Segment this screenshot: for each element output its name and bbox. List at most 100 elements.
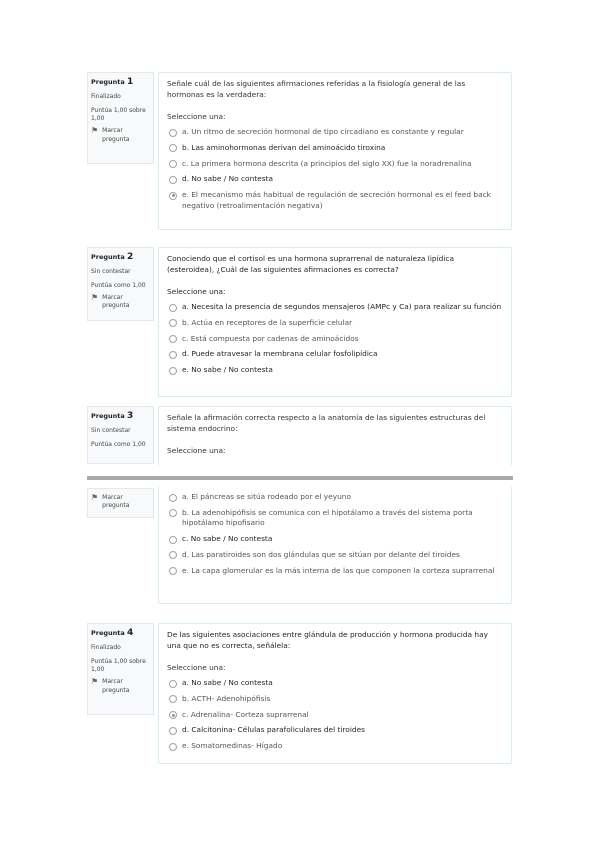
question-card-4: De las siguientes asociaciones entre glá… <box>158 623 512 764</box>
select-prompt: Seleccione una: <box>167 446 226 456</box>
flag-question-button[interactable]: ⚑ Marcar pregunta <box>91 493 150 510</box>
radio-button[interactable] <box>169 319 177 328</box>
radio-button-checked[interactable] <box>169 191 177 200</box>
flag-question-label: Marcar pregunta <box>102 678 130 694</box>
option-label: a. El páncreas se sitúa rodeado por el y… <box>182 492 351 501</box>
radio-button[interactable] <box>169 350 177 359</box>
answer-option-c[interactable]: c. Adrenalina- Corteza suprarrenal <box>169 710 503 721</box>
flag-icon: ⚑ <box>91 493 99 502</box>
flag-question-button[interactable]: ⚑ Marcar pregunta <box>91 127 150 143</box>
question-info-4: Pregunta 4 Finalizado Puntúa 1,00 sobre … <box>87 623 154 715</box>
question-number-value: 3 <box>127 411 134 421</box>
answer-option-e[interactable]: e. No sabe / No contesta <box>169 365 503 376</box>
flag-question-label: Marcar pregunta <box>102 494 130 510</box>
radio-button[interactable] <box>169 551 177 560</box>
radio-button-checked[interactable] <box>169 711 177 720</box>
option-label: a. Necesita la presencia de segundos men… <box>182 302 502 312</box>
radio-button[interactable] <box>169 695 177 704</box>
question-text: Conociendo que el cortisol es una hormon… <box>167 254 454 274</box>
flag-question-button[interactable]: ⚑ Marcar pregunta <box>91 678 150 694</box>
question-label: Pregunta <box>91 78 125 86</box>
answer-option-b[interactable]: b. ACTH- Adenohipófisis <box>169 694 503 705</box>
question-label: Pregunta <box>91 253 125 261</box>
question-grade: Puntúa como 1,00 <box>91 282 146 290</box>
question-state: Sin contestar <box>91 268 131 276</box>
question-number: Pregunta 3 <box>91 410 150 422</box>
question-info-3: Pregunta 3 Sin contestar Puntúa como 1,0… <box>87 406 154 464</box>
radio-button[interactable] <box>169 175 177 184</box>
question-label: Pregunta <box>91 412 125 420</box>
radio-button[interactable] <box>169 535 177 544</box>
flag-icon: ⚑ <box>91 126 99 136</box>
answer-option-a[interactable]: a. Necesita la presencia de segundos men… <box>169 302 503 313</box>
radio-button[interactable] <box>169 303 177 312</box>
question-grade: Puntúa 1,00 sobre 1,00 <box>91 658 146 674</box>
radio-button[interactable] <box>169 679 177 688</box>
radio-button[interactable] <box>169 567 177 576</box>
question-card-1: Señale cuál de las siguientes afirmacion… <box>158 72 512 230</box>
option-label: b. La adenohipófisis se comunica con el … <box>182 507 473 528</box>
answer-option-d[interactable]: d. Calcitonina- Células parafoliculares … <box>169 725 503 736</box>
radio-button[interactable] <box>169 366 177 375</box>
flag-question-button[interactable]: ⚑ Marcar pregunta <box>91 294 150 310</box>
question-number-value: 1 <box>127 77 134 87</box>
answer-option-b[interactable]: b. Actúa en receptores de la superficie … <box>169 318 503 329</box>
answer-option-d[interactable]: d. Puede atravesar la membrana celular f… <box>169 349 503 360</box>
answer-option-b[interactable]: b. Las aminohormonas derivan del aminoác… <box>169 143 503 154</box>
question-grade: Puntúa como 1,00 <box>91 441 146 449</box>
option-label: e. No sabe / No contesta <box>182 365 273 375</box>
option-label: b. ACTH- Adenohipófisis <box>182 693 271 703</box>
answer-option-c[interactable]: c. Está compuesta por cadenas de aminoác… <box>169 334 503 345</box>
question-info-3-continued: ⚑ Marcar pregunta <box>87 488 154 518</box>
question-state: Finalizado <box>91 93 121 101</box>
answer-option-a[interactable]: a. El páncreas se sitúa rodeado por el y… <box>169 492 503 503</box>
answer-option-e[interactable]: e. El mecanismo más habitual de regulaci… <box>169 190 503 211</box>
answer-option-c[interactable]: c. La primera hormona descrita (a princi… <box>169 159 503 170</box>
question-text: Señale cuál de las siguientes afirmacion… <box>167 79 466 99</box>
question-number: Pregunta 1 <box>91 76 150 88</box>
page-break-divider <box>87 476 513 480</box>
radio-button[interactable] <box>169 509 177 518</box>
option-label: d. Las paratiroides son dos glándulas qu… <box>182 549 460 559</box>
option-label: e. El mecanismo más habitual de regulaci… <box>182 190 491 210</box>
radio-button[interactable] <box>169 144 177 153</box>
question-number: Pregunta 4 <box>91 627 150 639</box>
question-number-value: 4 <box>127 628 134 638</box>
radio-button[interactable] <box>169 128 177 137</box>
question-card-2: Conociendo que el cortisol es una hormon… <box>158 247 512 397</box>
option-label: b. Las aminohormonas derivan del aminoác… <box>182 142 386 152</box>
option-label: b. Actúa en receptores de la superficie … <box>182 317 353 327</box>
question-text: De las siguientes asociaciones entre glá… <box>167 630 489 650</box>
radio-button[interactable] <box>169 160 177 169</box>
option-label: e. La capa glomerular es la más interna … <box>182 565 495 575</box>
option-label: c. La primera hormona descrita (a princi… <box>182 158 472 168</box>
question-grade: Puntúa 1,00 sobre 1,00 <box>91 107 146 123</box>
radio-button[interactable] <box>169 742 177 751</box>
answer-option-d[interactable]: d. Las paratiroides son dos glándulas qu… <box>169 550 503 561</box>
question-info-2: Pregunta 2 Sin contestar Puntúa como 1,0… <box>87 247 154 321</box>
flag-question-label: Marcar pregunta <box>102 127 130 143</box>
flag-icon: ⚑ <box>91 293 99 303</box>
answer-option-a[interactable]: a. No sabe / No contesta <box>169 678 503 689</box>
answer-option-d[interactable]: d. No sabe / No contesta <box>169 174 503 185</box>
radio-button[interactable] <box>169 493 177 502</box>
radio-button[interactable] <box>169 335 177 344</box>
radio-button[interactable] <box>169 726 177 735</box>
option-label: c. No sabe / No contesta <box>182 534 273 544</box>
question-number-value: 2 <box>127 252 134 262</box>
question-info-1: Pregunta 1 Finalizado Puntúa 1,00 sobre … <box>87 72 154 164</box>
select-prompt: Seleccione una: <box>167 112 226 122</box>
question-label: Pregunta <box>91 629 125 637</box>
flag-icon: ⚑ <box>91 677 99 687</box>
answer-option-c[interactable]: c. No sabe / No contesta <box>169 534 503 545</box>
answer-option-e[interactable]: e. La capa glomerular es la más interna … <box>169 566 503 577</box>
select-prompt: Seleccione una: <box>167 663 226 673</box>
flag-question-label: Marcar pregunta <box>102 294 130 310</box>
question-text: Señale la afirmación correcta respecto a… <box>167 413 486 433</box>
option-label: c. Adrenalina- Corteza suprarrenal <box>182 709 309 719</box>
answer-option-b[interactable]: b. La adenohipófisis se comunica con el … <box>169 508 503 529</box>
answer-option-a[interactable]: a. Un ritmo de secreción hormonal de tip… <box>169 127 503 138</box>
option-label: d. No sabe / No contesta <box>182 174 273 184</box>
answer-option-e[interactable]: e. Somatomedinas- Hígado <box>169 741 503 752</box>
question-number: Pregunta 2 <box>91 251 150 263</box>
